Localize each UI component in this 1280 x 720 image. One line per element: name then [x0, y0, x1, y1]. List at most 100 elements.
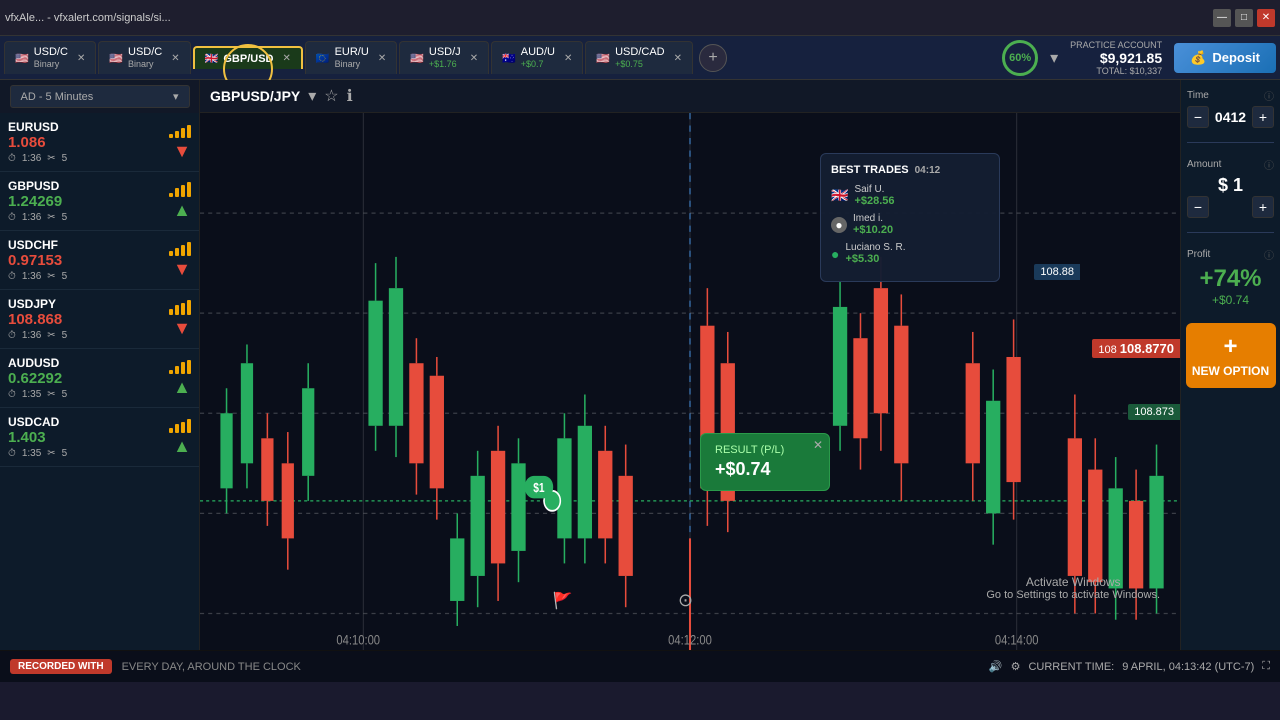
direction-icon: ▼ [173, 318, 191, 339]
trader-flag: 🇬🇧 [831, 187, 848, 204]
tab-close-icon[interactable]: ✕ [171, 53, 179, 64]
close-button[interactable]: ✕ [1257, 9, 1275, 27]
amount-increase-button[interactable]: + [1252, 196, 1274, 218]
chart-pair-title: GBPUSD/JPY [210, 88, 300, 104]
tab-usdc1[interactable]: 🇺🇸 USD/CBinary ✕ [4, 41, 96, 74]
pair-eurusd[interactable]: EURUSD 1.086 ⏱1:36 ✂5 ▼ [0, 113, 199, 172]
chevron-down-icon[interactable]: ▾ [1050, 48, 1058, 68]
trend-bars [169, 358, 191, 374]
info-icon[interactable]: ℹ [347, 86, 353, 106]
info-icon: ⓘ [1264, 247, 1274, 262]
pair-gbpusd[interactable]: GBPUSD 1.24269 ⏱1:36 ✂5 ▲ [0, 172, 199, 231]
signal-flag-icon: 🚩 [553, 591, 573, 611]
practice-label: PRACTICE ACCOUNT [1070, 40, 1162, 50]
tab-close-icon[interactable]: ✕ [674, 53, 682, 64]
trader-flag: ● [831, 246, 839, 262]
tab-usdcad[interactable]: 🇺🇸 USD/CAD+$0.75 ✕ [585, 41, 693, 74]
result-title: RESULT (P/L) [715, 444, 815, 456]
price-label-low: 108.873 [1128, 404, 1180, 420]
tab-close-icon[interactable]: ✕ [77, 53, 85, 64]
divider [1187, 232, 1274, 233]
filter-dropdown[interactable]: AD - 5 Minutes ▾ [10, 85, 190, 108]
favorite-star-icon[interactable]: ☆ [324, 86, 338, 106]
pair-usdcad[interactable]: USDCAD 1.403 ⏱1:35 ✂5 ▲ [0, 408, 199, 467]
tab-flag: 🇬🇧 [205, 52, 219, 65]
amount-decrease-button[interactable]: − [1187, 196, 1209, 218]
tab-flag: 🇺🇸 [15, 52, 29, 65]
amount-stepper: − + [1187, 196, 1274, 218]
trader-row-3: ● Luciano S. R. +$5.30 [831, 242, 989, 265]
tab-gbpusd[interactable]: 🇬🇧 GBP/USD ✕ [193, 46, 303, 69]
direction-icon: ▲ [173, 436, 191, 457]
dropdown-icon[interactable]: ▾ [308, 86, 316, 106]
trader-row-2: ● Imed i. +$10.20 [831, 213, 989, 236]
deposit-button[interactable]: 💰 Deposit [1174, 43, 1276, 73]
tab-label: USD/CBinary [34, 46, 68, 70]
pair-usdchf[interactable]: USDCHF 0.97153 ⏱1:36 ✂5 ▼ [0, 231, 199, 290]
right-panel: Time ⓘ − 0412 + Amount ⓘ $ 1 − + [1180, 80, 1280, 650]
tab-close-icon[interactable]: ✕ [564, 53, 572, 64]
tab-usdc2[interactable]: 🇺🇸 USD/CBinary ✕ [98, 41, 190, 74]
tab-usdj[interactable]: 🇺🇸 USD/J+$1.76 ✕ [399, 41, 489, 74]
settings-icon[interactable]: ⚙ [1011, 660, 1021, 673]
direction-icon: ▲ [173, 200, 191, 221]
bottom-bar: RECORDED WITH EVERY DAY, AROUND THE CLOC… [0, 650, 1280, 682]
trader-info: Imed i. +$10.20 [853, 213, 893, 236]
tab-label: USD/CBinary [128, 46, 162, 70]
account-total: TOTAL: $10,337 [1096, 66, 1162, 76]
tab-close-icon[interactable]: ✕ [470, 53, 478, 64]
plus-icon: + [1223, 333, 1237, 361]
pair-meta: ⏱1:36 ✂5 [8, 271, 67, 282]
pair-left: GBPUSD 1.24269 ⏱1:36 ✂5 [8, 179, 67, 223]
tab-label: EUR/UBinary [335, 46, 369, 70]
svg-text:04:12:00: 04:12:00 [668, 633, 712, 648]
tab-audu[interactable]: 🇦🇺 AUD/U+$0.7 ✕ [491, 41, 583, 74]
tab-bar: 🇺🇸 USD/CBinary ✕ 🇺🇸 USD/CBinary ✕ 🇬🇧 GBP… [0, 36, 1280, 80]
info-icon: ⓘ [1264, 157, 1274, 172]
time-section: Time ⓘ − 0412 + [1187, 88, 1274, 128]
current-time-value: 9 APRIL, 04:13:42 (UTC-7) [1122, 661, 1254, 673]
window-controls: — □ ✕ [1213, 9, 1275, 27]
pair-right: ▼ [169, 122, 191, 162]
window-title-bar: vfxAle... - vfxalert.com/signals/si... —… [0, 0, 1280, 36]
pair-left: USDCHF 0.97153 ⏱1:36 ✂5 [8, 238, 67, 282]
chart-canvas[interactable]: 04:10:00 04:12:00 04:14:00 $1 108.88 108… [200, 113, 1180, 650]
pair-meta: ⏱1:36 ✂5 [8, 330, 67, 341]
trend-bars [169, 417, 191, 433]
main-area: AD - 5 Minutes ▾ EURUSD 1.086 ⏱1:36 ✂5 ▼ [0, 80, 1280, 650]
trader-row-1: 🇬🇧 Saif U. +$28.56 [831, 184, 989, 207]
pair-audusd[interactable]: AUDUSD 0.62292 ⏱1:35 ✂5 ▲ [0, 349, 199, 408]
pair-usdjpy[interactable]: USDJPY 108.868 ⏱1:36 ✂5 ▼ [0, 290, 199, 349]
add-tab-button[interactable]: + [699, 44, 727, 72]
sidebar-filter: AD - 5 Minutes ▾ [0, 80, 199, 113]
maximize-button[interactable]: □ [1235, 9, 1253, 27]
crosshair-icon[interactable]: ⊙ [678, 590, 693, 611]
result-close-button[interactable]: ✕ [813, 438, 823, 452]
deposit-icon: 💰 [1190, 50, 1206, 66]
tab-euru[interactable]: 🇪🇺 EUR/UBinary ✕ [305, 41, 397, 74]
trend-bars [169, 240, 191, 256]
best-trades-popup: BEST TRADES 04:12 🇬🇧 Saif U. +$28.56 ● I… [820, 153, 1000, 282]
volume-icon[interactable]: 🔊 [989, 660, 1003, 673]
direction-icon: ▲ [173, 377, 191, 398]
tab-close-icon[interactable]: ✕ [378, 53, 386, 64]
pair-meta: ⏱1:36 ✂5 [8, 153, 67, 164]
current-time-label: CURRENT TIME: [1028, 661, 1114, 673]
tab-flag: 🇺🇸 [410, 52, 424, 65]
trader-info: Luciano S. R. +$5.30 [845, 242, 905, 265]
new-option-button[interactable]: + NEW OPTION [1186, 323, 1276, 388]
chart-area: GBPUSD/JPY ▾ ☆ ℹ [200, 80, 1180, 650]
time-decrease-button[interactable]: − [1187, 106, 1209, 128]
time-increase-button[interactable]: + [1252, 106, 1274, 128]
fullscreen-icon[interactable]: ⛶ [1262, 660, 1270, 673]
svg-text:04:14:00: 04:14:00 [995, 633, 1039, 648]
tab-label: AUD/U+$0.7 [521, 46, 555, 70]
divider [1187, 142, 1274, 143]
minimize-button[interactable]: — [1213, 9, 1231, 27]
recording-badge: RECORDED WITH [10, 659, 112, 674]
trader-info: Saif U. +$28.56 [854, 184, 894, 207]
pair-meta: ⏱1:35 ✂5 [8, 448, 67, 459]
profit-section: Profit ⓘ +74% +$0.74 [1187, 247, 1274, 307]
tab-close-icon[interactable]: ✕ [282, 53, 290, 64]
pair-right: ▼ [169, 299, 191, 339]
